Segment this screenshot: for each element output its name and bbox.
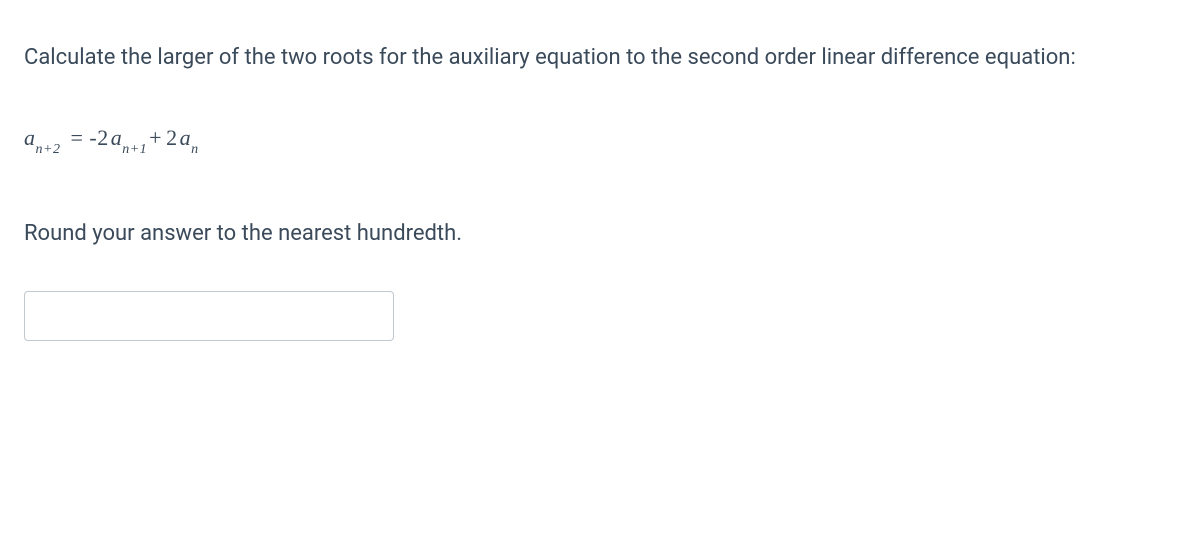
eq-term1-var: a (111, 125, 123, 150)
eq-lhs-var: a (24, 125, 36, 150)
eq-term2-sub: n (191, 142, 199, 157)
eq-term1-coef: -2 (89, 125, 108, 150)
question-prompt: Calculate the larger of the two roots fo… (24, 40, 1176, 75)
eq-equals: = (70, 125, 83, 150)
difference-equation: an+2 =-2an+1+2an (24, 125, 1176, 155)
answer-input[interactable] (24, 291, 394, 341)
eq-term2-coef: 2 (166, 125, 178, 150)
rounding-instruction: Round your answer to the nearest hundred… (24, 216, 1176, 251)
eq-plus: + (149, 125, 162, 150)
eq-term1-sub: n+1 (122, 142, 147, 157)
eq-term2-var: a (180, 125, 192, 150)
eq-lhs-sub: n+2 (36, 142, 61, 157)
